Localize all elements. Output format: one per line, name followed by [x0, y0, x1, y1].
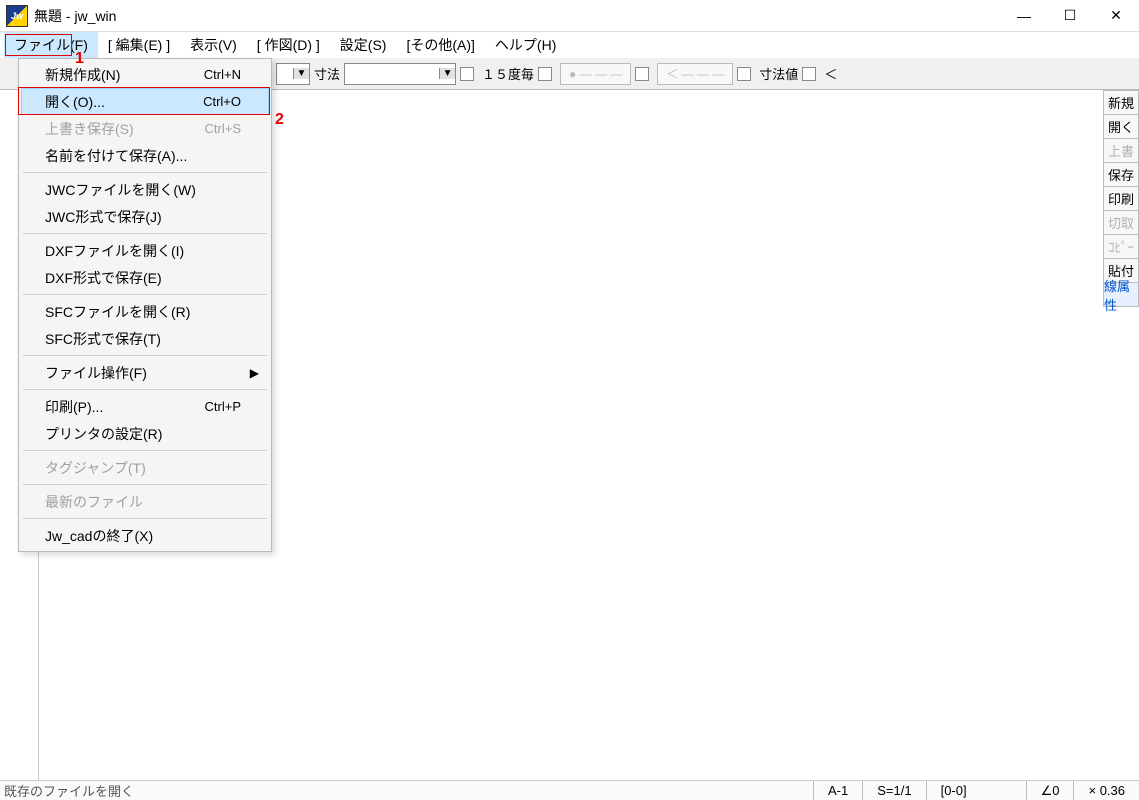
menu-separator	[23, 233, 267, 234]
menu-item[interactable]: プリンタの設定(R)	[21, 420, 269, 447]
menu-item[interactable]: DXFファイルを開く(I)	[21, 237, 269, 264]
menu-settings[interactable]: 設定(S)	[330, 32, 397, 58]
menu-item-accel: Ctrl+N	[204, 67, 241, 82]
menu-item[interactable]: SFCファイルを開く(R)	[21, 298, 269, 325]
rightbar-button[interactable]: 新規	[1103, 90, 1139, 115]
menu-item: 上書き保存(S)Ctrl+S	[21, 115, 269, 142]
toolbar-btn-lt[interactable]: ＜ ― ― ―	[657, 63, 733, 85]
rightbar-button[interactable]: 線属性	[1103, 282, 1139, 307]
rightbar-button: 切取	[1103, 210, 1139, 235]
status-scale[interactable]: S=1/1	[862, 781, 925, 800]
menu-item[interactable]: 新規作成(N)Ctrl+N	[21, 61, 269, 88]
menu-draw[interactable]: [ 作図(D) ]	[247, 32, 330, 58]
annotation-label-2: 2	[275, 111, 284, 129]
rightbar-button[interactable]: 印刷	[1103, 186, 1139, 211]
menu-item[interactable]: JWCファイルを開く(W)	[21, 176, 269, 203]
menu-item[interactable]: DXF形式で保存(E)	[21, 264, 269, 291]
menu-separator	[23, 172, 267, 173]
menu-item[interactable]: SFC形式で保存(T)	[21, 325, 269, 352]
toolbar-label-lt: ＜	[824, 64, 837, 83]
check-seg1[interactable]	[538, 67, 552, 81]
status-a[interactable]: A-1	[813, 781, 862, 800]
menu-item-label: DXF形式で保存(E)	[45, 268, 241, 288]
toolbar-label-sunpou: 寸法	[314, 64, 340, 83]
menu-item: タグジャンプ(T)	[21, 454, 269, 481]
app-icon: Jw	[6, 5, 28, 27]
menu-item: 最新のファイル	[21, 488, 269, 515]
close-button[interactable]: ✕	[1093, 0, 1139, 31]
menu-edit[interactable]: [ 編集(E) ]	[98, 32, 180, 58]
right-toolbar: 新規開く上書保存印刷切取ｺﾋﾟｰ貼付線属性	[1103, 90, 1139, 306]
file-menu-dropdown: 新規作成(N)Ctrl+N開く(O)...Ctrl+O上書き保存(S)Ctrl+…	[18, 58, 272, 552]
menu-item-label: SFC形式で保存(T)	[45, 329, 241, 349]
submenu-arrow-icon: ▶	[250, 366, 259, 380]
combo-1[interactable]: ▼	[276, 63, 310, 85]
menu-view[interactable]: 表示(V)	[180, 32, 247, 58]
menu-item-label: 印刷(P)...	[45, 397, 205, 417]
title-bar: Jw 無題 - jw_win ― ☐ ✕	[0, 0, 1139, 32]
check-lt[interactable]	[802, 67, 816, 81]
status-message: 既存のファイルを開く	[0, 781, 813, 800]
menu-item-label: ファイル操作(F)	[45, 363, 241, 383]
menu-item-label: 新規作成(N)	[45, 65, 204, 85]
menu-item[interactable]: 開く(O)...Ctrl+O	[21, 88, 269, 115]
menu-help[interactable]: ヘルプ(H)	[485, 32, 566, 58]
menu-item[interactable]: 印刷(P)...Ctrl+P	[21, 393, 269, 420]
menu-separator	[23, 518, 267, 519]
menu-item-label: DXFファイルを開く(I)	[45, 241, 241, 261]
rightbar-button[interactable]: 開く	[1103, 114, 1139, 139]
toolbar-label-sunpouchi: 寸法値	[759, 64, 798, 83]
menu-item-label: 上書き保存(S)	[45, 119, 205, 139]
minimize-button[interactable]: ―	[1001, 0, 1047, 31]
menu-item[interactable]: 名前を付けて保存(A)...	[21, 142, 269, 169]
menu-item-label: 開く(O)...	[45, 92, 203, 112]
check-deg15[interactable]	[460, 67, 474, 81]
menu-item-label: タグジャンプ(T)	[45, 458, 241, 478]
annotation-label-1: 1	[75, 50, 84, 68]
check-sunpouchi[interactable]	[737, 67, 751, 81]
menu-item[interactable]: Jw_cadの終了(X)	[21, 522, 269, 549]
menu-item-label: Jw_cadの終了(X)	[45, 526, 241, 546]
menu-separator	[23, 389, 267, 390]
menu-separator	[23, 484, 267, 485]
menu-item-label: JWC形式で保存(J)	[45, 207, 241, 227]
rightbar-button[interactable]: 保存	[1103, 162, 1139, 187]
menu-item[interactable]: ファイル操作(F) ▶	[21, 359, 269, 386]
rightbar-button: ｺﾋﾟｰ	[1103, 234, 1139, 259]
menu-separator	[23, 294, 267, 295]
toolbar-btn-dots[interactable]: ● ― ― ―	[560, 63, 631, 85]
status-bar: 既存のファイルを開く A-1 S=1/1 [0-0] ∠0 × 0.36	[0, 780, 1139, 800]
status-zoom[interactable]: × 0.36	[1073, 781, 1139, 800]
menu-item-label: プリンタの設定(R)	[45, 424, 241, 444]
menu-item-accel: Ctrl+O	[203, 94, 241, 109]
menu-item-label: SFCファイルを開く(R)	[45, 302, 241, 322]
menu-item-label: JWCファイルを開く(W)	[45, 180, 241, 200]
menu-separator	[23, 355, 267, 356]
menu-item-accel: Ctrl+S	[205, 121, 241, 136]
status-angle[interactable]: ∠0	[1026, 781, 1074, 800]
menu-item-label: 最新のファイル	[45, 492, 241, 512]
menu-item-accel: Ctrl+P	[205, 399, 241, 414]
status-coord[interactable]: [0-0]	[926, 781, 1026, 800]
menu-separator	[23, 450, 267, 451]
maximize-button[interactable]: ☐	[1047, 0, 1093, 31]
check-seg2[interactable]	[635, 67, 649, 81]
combo-sunpou[interactable]: ▼	[344, 63, 456, 85]
window-title: 無題 - jw_win	[34, 6, 1001, 26]
menu-bar: ファイル(F) [ 編集(E) ] 表示(V) [ 作図(D) ] 設定(S) …	[0, 32, 1139, 58]
toolbar-label-deg15: １５度毎	[482, 64, 534, 83]
menu-item-label: 名前を付けて保存(A)...	[45, 146, 241, 166]
rightbar-button: 上書	[1103, 138, 1139, 163]
menu-other[interactable]: [その他(A)]	[396, 32, 484, 58]
menu-item[interactable]: JWC形式で保存(J)	[21, 203, 269, 230]
